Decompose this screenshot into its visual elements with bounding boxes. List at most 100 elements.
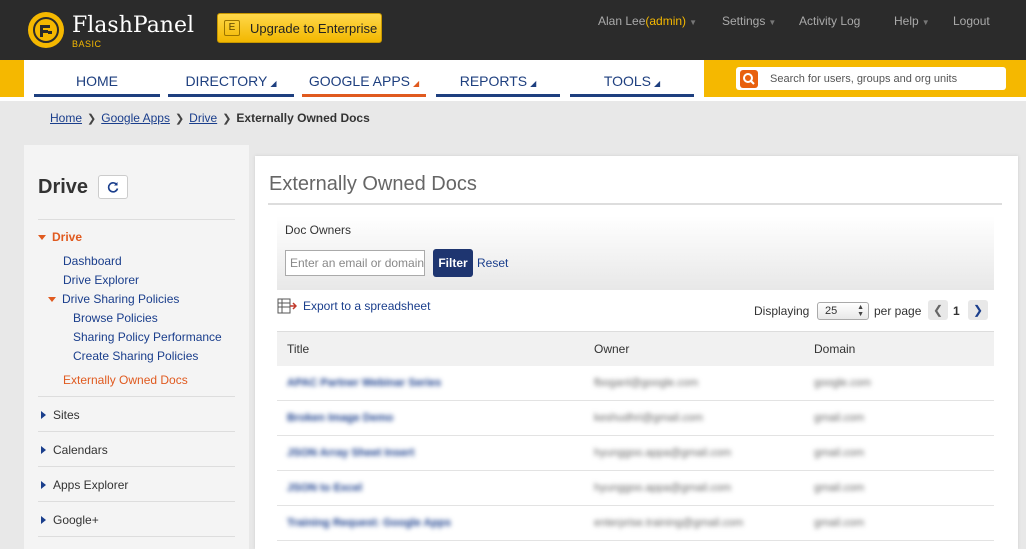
filter-button[interactable]: Filter: [433, 249, 473, 277]
owner-cell: fboganl@google.com: [594, 377, 699, 389]
tab-tools[interactable]: TOOLS ◢: [570, 70, 694, 97]
expanded-arrow-icon: [38, 235, 46, 241]
divider: [38, 396, 235, 397]
sidebar-item-dashboard[interactable]: Dashboard: [63, 254, 122, 268]
sidebar-section-calendars[interactable]: Calendars: [41, 443, 108, 457]
sidebar-item-browse-policies[interactable]: Browse Policies: [73, 311, 158, 325]
breadcrumb-current: Externally Owned Docs: [236, 111, 370, 125]
refresh-icon: [107, 182, 119, 193]
next-page-button[interactable]: ❯: [968, 300, 988, 320]
prev-page-button[interactable]: ❮: [928, 300, 948, 320]
column-header-title[interactable]: Title: [287, 342, 309, 356]
search-placeholder: Search for users, groups and org units: [770, 72, 958, 85]
expanded-arrow-icon: [48, 297, 56, 303]
domain-cell: gmail.com: [814, 412, 865, 424]
owner-cell: enterprise.training@gmail.com: [594, 517, 744, 529]
owner-cell: hyunggoo.appa@gmail.com: [594, 447, 732, 459]
divider: [38, 219, 235, 220]
user-name: Alan Lee: [598, 14, 646, 28]
sidebar-item-drive-sharing-policies[interactable]: Drive Sharing Policies: [48, 292, 179, 306]
upgrade-button[interactable]: E Upgrade to Enterprise: [217, 13, 382, 43]
doc-title-link[interactable]: Training Request: Google Apps: [287, 517, 451, 529]
settings-menu[interactable]: Settings ▼: [722, 14, 776, 28]
doc-title-link[interactable]: APAC Partner Webinar Series: [287, 377, 441, 389]
spreadsheet-export-icon: [277, 298, 297, 314]
sidebar-item-drive-explorer[interactable]: Drive Explorer: [63, 273, 139, 287]
help-label: Help: [894, 14, 919, 28]
collapsed-arrow-icon: [41, 446, 46, 454]
activity-log-link[interactable]: Activity Log: [799, 14, 860, 28]
column-header-domain[interactable]: Domain: [814, 342, 855, 356]
upgrade-label: Upgrade to Enterprise: [250, 20, 378, 36]
reset-link[interactable]: Reset: [477, 256, 508, 270]
logout-link[interactable]: Logout: [953, 14, 990, 28]
filter-label: Doc Owners: [285, 223, 352, 237]
dropdown-arrow-icon: ◢: [270, 79, 277, 88]
collapsed-arrow-icon: [41, 516, 46, 524]
table-header: [277, 331, 994, 366]
tab-google-apps[interactable]: GOOGLE APPS ◢: [302, 70, 426, 97]
search-input[interactable]: Search for users, groups and org units: [736, 67, 1006, 90]
chevron-right-icon: ❯: [972, 303, 984, 317]
sidebar-item-sharing-policy-performance[interactable]: Sharing Policy Performance: [73, 330, 222, 344]
refresh-button[interactable]: [98, 175, 128, 199]
sidebar-title: Drive: [38, 176, 89, 198]
export-label[interactable]: Export to a spreadsheet: [303, 299, 430, 313]
divider: [38, 466, 235, 467]
breadcrumb: Home ❯ Google Apps ❯ Drive ❯ Externally Owned …: [50, 111, 370, 125]
column-header-owner[interactable]: Owner: [594, 342, 629, 356]
sidebar-section-sites[interactable]: Sites: [41, 408, 80, 422]
user-role: (admin): [645, 14, 687, 28]
chevron-down-icon: ▼: [921, 18, 930, 27]
search-icon: [740, 69, 758, 88]
doc-title-link[interactable]: JSON to Excel: [287, 482, 362, 494]
doc-title-link[interactable]: JSON Array Sheet Insert: [287, 447, 414, 459]
sidebar-section-drive[interactable]: Drive: [38, 230, 82, 244]
owner-cell: keshudhri@gmail.com: [594, 412, 703, 424]
select-arrows-icon: ▲ ▼: [857, 304, 864, 318]
sidebar-item-create-sharing-policies[interactable]: Create Sharing Policies: [73, 349, 198, 363]
dropdown-arrow-icon: ◢: [654, 79, 661, 88]
breadcrumb-google-apps[interactable]: Google Apps: [101, 111, 170, 125]
tab-reports[interactable]: REPORTS ◢: [436, 70, 560, 97]
divider: [38, 501, 235, 502]
sidebar-section-google-plus[interactable]: Google+: [41, 513, 99, 527]
help-menu[interactable]: Help ▼: [894, 14, 930, 28]
current-page: 1: [953, 304, 960, 318]
dropdown-arrow-icon: ◢: [530, 79, 537, 88]
dropdown-arrow-icon: ◢: [413, 79, 420, 88]
export-spreadsheet-link[interactable]: Export to a spreadsheet: [277, 298, 430, 314]
domain-cell: google.com: [814, 377, 871, 389]
collapsed-arrow-icon: [41, 411, 46, 419]
domain-cell: gmail.com: [814, 482, 865, 494]
per-page-label: per page: [874, 304, 922, 318]
settings-label: Settings: [722, 14, 766, 28]
divider: [268, 203, 1002, 205]
breadcrumb-home[interactable]: Home: [50, 111, 82, 125]
domain-cell: gmail.com: [814, 447, 865, 459]
chevron-left-icon: ❮: [932, 303, 944, 317]
sidebar-section-apps-explorer[interactable]: Apps Explorer: [41, 478, 128, 492]
per-page-select[interactable]: 25 ▲ ▼: [817, 302, 869, 320]
enterprise-badge-icon: E: [224, 20, 240, 36]
displaying-label: Displaying: [754, 304, 810, 318]
doc-title-link[interactable]: Broken Image Demo: [287, 412, 393, 424]
chevron-down-icon: ▼: [689, 18, 697, 27]
edition-label: BASIC: [72, 39, 102, 49]
flashpanel-logo-icon[interactable]: [28, 12, 64, 48]
user-menu[interactable]: Alan Lee(admin) ▼: [598, 14, 697, 28]
divider: [0, 97, 1026, 101]
domain-cell: gmail.com: [814, 517, 865, 529]
owner-cell: hyunggoo.appa@gmail.com: [594, 482, 732, 494]
sidebar-item-externally-owned-docs[interactable]: Externally Owned Docs: [63, 373, 188, 387]
breadcrumb-drive[interactable]: Drive: [189, 111, 217, 125]
page-title: Externally Owned Docs: [269, 173, 477, 195]
collapsed-arrow-icon: [41, 481, 46, 489]
divider: [38, 536, 235, 537]
doc-owner-filter-input[interactable]: Enter an email or domain: [285, 250, 425, 276]
chevron-down-icon: ▼: [768, 18, 777, 27]
tab-directory[interactable]: DIRECTORY ◢: [168, 70, 294, 97]
brand-name[interactable]: FlashPanel: [72, 14, 194, 38]
per-page-value: 25: [825, 305, 838, 317]
tab-home[interactable]: HOME: [34, 70, 160, 97]
